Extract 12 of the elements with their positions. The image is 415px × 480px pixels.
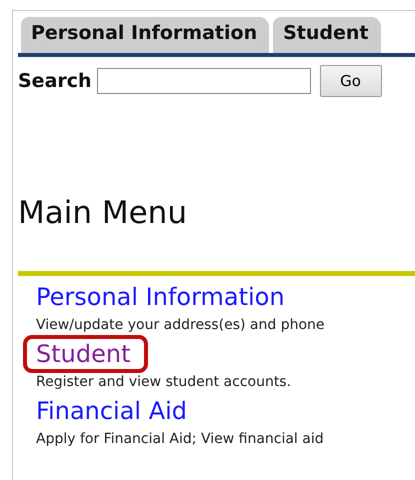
- menu-description: Apply for Financial Aid; View financial aid: [36, 430, 325, 448]
- tab[interactable]: Personal Information: [21, 17, 270, 53]
- go-button[interactable]: Go: [320, 65, 382, 97]
- search-field[interactable]: [96, 68, 311, 94]
- menu-link[interactable]: Student: [36, 339, 130, 369]
- page-heading: Main Menu: [18, 195, 188, 231]
- tab[interactable]: Student: [273, 17, 380, 53]
- menu-description: Register and view student accounts.: [36, 373, 292, 391]
- menu-link[interactable]: Financial Aid: [36, 396, 188, 426]
- menu-link[interactable]: Personal Information: [36, 282, 285, 312]
- menu-description: View/update your address(es) and phone: [36, 316, 326, 334]
- search-label: Search: [18, 70, 92, 92]
